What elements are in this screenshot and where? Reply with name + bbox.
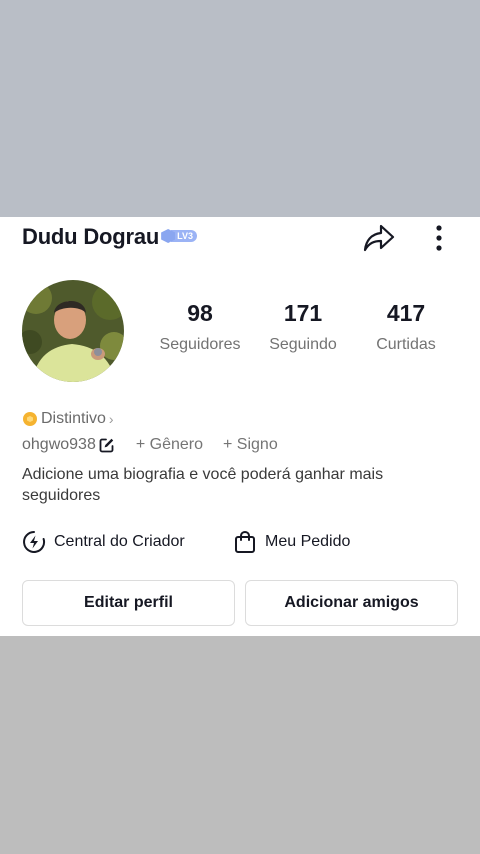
stat-value: 171 [283,300,323,326]
level-badge[interactable]: LV3 [161,229,197,243]
more-options-button[interactable] [425,221,453,255]
lightning-circle-icon [23,531,46,553]
badge-link[interactable]: Distintivo › [23,410,114,428]
top-backdrop [0,0,480,217]
stat-likes[interactable]: 417 Curtidas [364,300,448,354]
edit-profile-button[interactable]: Editar perfil [22,580,235,626]
chevron-right-icon: › [108,411,114,427]
bio-prompt[interactable]: Adicione uma biografia e você poderá gan… [22,464,462,506]
stat-value: 417 [386,300,426,326]
add-sign-link[interactable]: + Signo [223,436,278,454]
stat-label: Seguindo [269,336,337,353]
stat-value: 98 [187,300,213,326]
share-arrow-icon [363,224,395,252]
profile-name-row: Dudu Dograu LV3 [22,224,197,250]
avatar[interactable] [22,280,124,382]
add-gender-link[interactable]: + Gênero [136,436,203,454]
handle-row: ohgwo938 + Gênero + Signo [22,436,278,454]
my-order-label: Meu Pedido [265,533,351,550]
edit-handle-button[interactable] [99,437,115,453]
profile-display-name: Dudu Dograu [22,224,160,249]
creator-center-label: Central do Criador [54,533,185,550]
profile-card: Dudu Dograu LV3 98 Seguidores 171 Seguin… [0,217,480,636]
creator-center-link[interactable]: Central do Criador [22,530,185,554]
add-friends-button[interactable]: Adicionar amigos [245,580,458,626]
my-order-link[interactable]: Meu Pedido [233,530,350,554]
share-button[interactable] [361,221,397,255]
vertical-dots-icon [436,225,442,251]
stat-label: Seguidores [159,336,241,353]
edit-pencil-icon [99,438,114,453]
stat-following[interactable]: 171 Seguindo [258,300,348,354]
profile-handle: ohgwo938 [22,436,96,453]
avatar-photo [22,280,124,382]
shopping-bag-icon [235,530,255,553]
bottom-backdrop [0,636,480,854]
badge-label: Distintivo [41,410,106,427]
stat-label: Curtidas [376,336,436,353]
coin-badge-icon [23,412,37,426]
stat-followers[interactable]: 98 Seguidores [150,300,250,354]
